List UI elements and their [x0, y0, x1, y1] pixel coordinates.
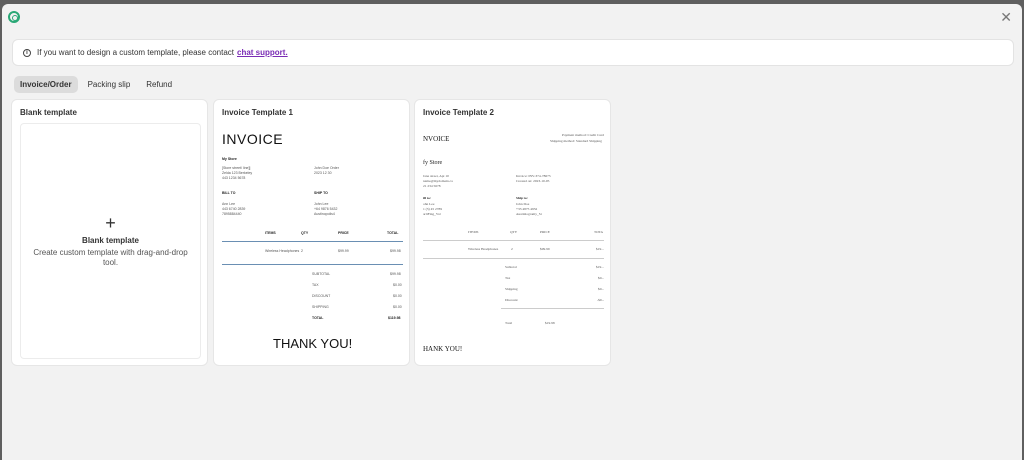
col-qty: QTY [510, 230, 518, 234]
store-line: 21 234 5678 [423, 184, 441, 188]
summary-label: Shipping [505, 287, 518, 291]
ship-to-label: SHIP TO [314, 191, 328, 195]
summary-label: TAX [312, 283, 319, 287]
item-total: $19... [596, 247, 604, 251]
store-line: name@mydomain.ca [423, 179, 453, 183]
blank-template-area[interactable]: + Blank template Create custom template … [20, 123, 201, 359]
invoice-template-1-preview: INVOICE My Store [Store street/ line]] Z… [222, 123, 403, 359]
summary-value: $0... [598, 287, 605, 291]
tab-invoice-order[interactable]: Invoice/Order [14, 76, 78, 93]
bill-to-label: ill to: [423, 196, 431, 200]
summary-label: Tax [505, 276, 511, 280]
store-name: My Store [222, 157, 237, 161]
col-price: PRICE [338, 231, 349, 235]
summary-value: $19... [596, 265, 604, 269]
bill-line: 443 6740 2839 [222, 207, 246, 211]
close-icon[interactable]: ✕ [1000, 9, 1012, 26]
blank-template-description: Create custom template with drag-and-dro… [33, 248, 188, 267]
banner-text: If you want to design a custom template,… [37, 48, 234, 57]
bill-line: ohn Lee [423, 202, 435, 206]
item-name: Wireless Headphones [265, 249, 300, 253]
order-line: 2023 12 30 [314, 171, 332, 175]
chat-support-link[interactable]: chat support. [237, 48, 288, 57]
summary-label: SHIPPING [312, 305, 329, 309]
col-qty: QTY [301, 231, 309, 235]
blank-template-card[interactable]: Blank template + Blank template Create c… [11, 99, 208, 366]
summary-value: -$0... [597, 298, 605, 302]
item-total: $99.98 [390, 249, 401, 253]
item-name: Wireless Headphones [468, 247, 499, 251]
thank-you-text: THANK YOU! [273, 336, 353, 351]
store-line: Zelda 123 Berkeley [222, 171, 253, 175]
invoice-template-2-card[interactable]: Invoice Template 2 NVOICE Payment method… [414, 99, 611, 366]
meta-line: Shipping method: Standard Shipping [550, 139, 602, 143]
dialog-header: ✕ [2, 4, 1022, 30]
card-title: Blank template [20, 108, 77, 117]
ship-to-label: Ship to: [516, 196, 528, 200]
ship-line: John Doe [516, 202, 530, 206]
item-price: $99.99 [540, 247, 550, 251]
card-title: Invoice Template 1 [222, 108, 293, 117]
ship-line: Austinopolis4 [314, 212, 335, 216]
plus-icon: + [105, 213, 116, 233]
item-qty: 2 [301, 249, 303, 253]
blank-template-heading: Blank template [82, 236, 139, 245]
summary-value: $0.00 [393, 283, 402, 287]
ship-line: +64 9876 5432 [314, 207, 338, 211]
col-total: TOTAL [387, 231, 399, 235]
bill-line: arltFing_Vol [423, 212, 441, 216]
col-price: PRICE [540, 230, 550, 234]
tab-packing-slip[interactable]: Packing slip [82, 76, 137, 93]
invoice-line: Created on: 2023-10-05 [516, 179, 550, 183]
ship-line: John Lee [314, 202, 329, 206]
invoice-heading: INVOICE [222, 131, 284, 147]
ship-line: Austinlogramy_St [516, 212, 542, 216]
summary-label: TOTAL [312, 316, 324, 320]
invoice-template-2-preview: NVOICE Payment method: Credit Card Shipp… [423, 123, 604, 359]
summary-value: $0.00 [393, 294, 402, 298]
ship-line: +33 4875 4932 [516, 207, 538, 211]
info-banner: i If you want to design a custom templat… [12, 39, 1014, 66]
order-line: John Doe Order [314, 166, 339, 170]
total-label: Total [505, 321, 513, 325]
card-title: Invoice Template 2 [423, 108, 494, 117]
store-line: Jane street, Apt 10 [423, 174, 449, 178]
summary-label: SUBTOTAL [312, 272, 331, 276]
info-icon: i [23, 48, 31, 57]
summary-label: DISCOUNT [312, 294, 331, 298]
meta-line: Payment method: Credit Card [562, 133, 604, 137]
col-items: ITEMS [265, 231, 276, 235]
bill-line: 7895884440 [222, 212, 242, 216]
tab-refund[interactable]: Refund [140, 76, 178, 93]
template-dialog: ✕ i If you want to design a custom templ… [2, 4, 1022, 460]
table-divider [423, 240, 604, 241]
summary-label: Subtotal [505, 265, 517, 269]
summary-value: $99.98 [390, 272, 401, 276]
total-value: $19.98 [545, 321, 555, 325]
app-logo-icon [8, 11, 20, 23]
summary-value: $119.98 [388, 316, 401, 320]
bill-line: 1 (3) 45 2789 [423, 207, 442, 211]
item-price: $99.99 [338, 249, 349, 253]
invoice-heading: NVOICE [423, 135, 450, 143]
invoice-template-1-card[interactable]: Invoice Template 1 INVOICE My Store [Sto… [213, 99, 410, 366]
col-total: TOTA [594, 230, 603, 234]
table-divider [222, 241, 403, 242]
table-divider [423, 258, 604, 259]
item-qty: 2 [511, 247, 513, 251]
invoice-line: Invoice: INV-374-78675 [516, 174, 551, 178]
summary-value: $0.00 [393, 305, 402, 309]
table-divider [222, 264, 403, 265]
store-name: fy Store [423, 160, 443, 166]
summary-label: Discount [505, 298, 518, 302]
summary-value: $0... [598, 276, 605, 280]
thank-you-text: HANK YOU! [423, 345, 463, 353]
store-line: [Store street/ line]] [222, 166, 251, 170]
template-tabs: Invoice/Order Packing slip Refund [14, 76, 178, 93]
col-items: ITEMS [468, 230, 479, 234]
bill-to-label: BILL TO [222, 191, 236, 195]
summary-divider [501, 308, 604, 309]
bill-line: Ann Lee [222, 202, 236, 206]
store-line: 443 1234 5678 [222, 176, 246, 180]
